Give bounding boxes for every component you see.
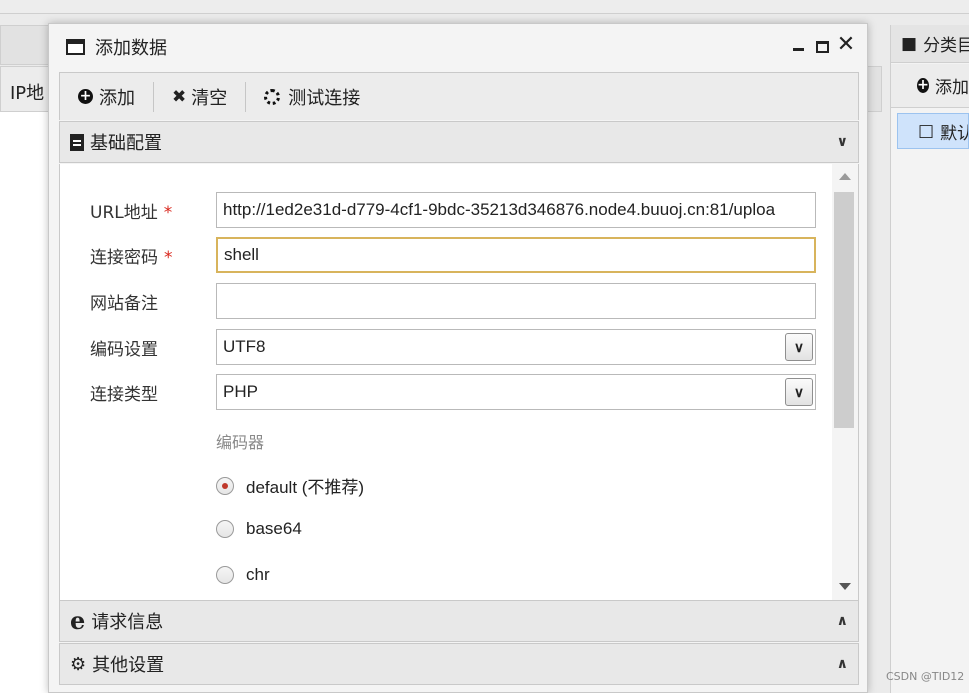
minimize-icon [792,48,804,51]
panel-basic-config[interactable]: 基础配置 ∨ [59,121,859,163]
url-label: URL地址 * [90,202,173,223]
category-panel-title: 分类目 [923,36,969,56]
encoder-option-default[interactable]: default (不推荐) [216,473,364,498]
folder-icon: ■ [901,33,918,54]
app-top-bar [0,0,969,14]
category-item-label: 默认 [940,123,968,144]
test-connection-button[interactable]: 测试连接 [246,73,378,121]
plus-circle-icon: + [78,88,93,104]
type-select[interactable]: PHP ∨ [216,374,816,410]
type-row: 连接类型 PHP ∨ [60,374,830,410]
radio-checked[interactable] [216,476,234,495]
plus-circle-icon: + [917,77,929,93]
panel-request-info[interactable]: e 请求信息 ∧ [59,600,859,642]
chevron-down-icon[interactable]: ∨ [785,333,813,361]
required-mark: * [164,247,173,268]
clear-button[interactable]: ✖ 清空 [154,73,245,121]
panel-request-info-title: 请求信息 [91,612,164,633]
minimize-button[interactable] [789,34,807,56]
category-panel-header: ■ 分类目 [891,25,969,63]
password-row: 连接密码 * shell [60,237,830,273]
encoder-option-label: chr [246,565,270,584]
browser-e-icon: e [70,606,86,635]
password-label: 连接密码 * [90,247,173,268]
basic-config-form: URL地址 * http://1ed2e31d-d779-4cf1-9bdc-35… [59,164,859,600]
watermark: CSDN @TID12 [886,670,965,683]
clear-button-label: 清空 [191,87,228,109]
encoding-row: 编码设置 UTF8 ∨ [60,329,830,365]
add-button[interactable]: + 添加 [60,73,153,121]
radio-unchecked[interactable] [216,520,234,538]
add-data-dialog: 添加数据 ✕ + 添加 ✖ 清空 测试连接 基础配置 ∨ URL地址 * htt… [48,23,868,693]
encoder-option-label: default (不推荐) [246,478,365,497]
chevron-up-icon: ∧ [836,656,848,672]
folder-open-icon: □ [918,121,935,141]
note-input[interactable] [216,283,816,319]
encoding-select[interactable]: UTF8 ∨ [216,329,816,365]
required-mark: * [163,202,173,223]
scroll-down-arrow-icon[interactable] [839,583,851,590]
add-button-label: 添加 [99,87,135,109]
maximize-button[interactable] [813,34,831,56]
scroll-thumb[interactable] [834,192,854,428]
type-label: 连接类型 [90,384,158,405]
encoder-section-label: 编码器 [216,433,265,452]
panel-basic-config-title: 基础配置 [90,133,162,154]
note-row: 网站备注 [60,283,830,319]
encoding-value: UTF8 [223,337,266,356]
encoder-option-base64[interactable]: base64 [216,519,302,539]
type-value: PHP [223,382,258,401]
x-icon: ✖ [172,86,187,107]
spinner-icon [264,88,281,105]
chevron-down-icon[interactable]: ∨ [785,378,813,406]
chevron-up-icon: ∧ [836,613,848,629]
close-icon: ✕ [836,32,856,57]
category-item-default[interactable]: □ 默认 [897,113,969,149]
form-scrollbar[interactable] [832,164,858,600]
dialog-toolbar: + 添加 ✖ 清空 测试连接 [59,72,859,120]
left-panel-edge [866,66,882,112]
password-input[interactable]: shell [216,237,816,273]
window-icon [66,39,85,55]
dialog-titlebar[interactable]: 添加数据 ✕ [49,24,867,70]
note-label: 网站备注 [90,293,158,314]
url-row: URL地址 * http://1ed2e31d-d779-4cf1-9bdc-35… [60,192,830,228]
radio-unchecked[interactable] [216,566,234,584]
category-add-button[interactable]: + 添加 [891,64,969,108]
url-input[interactable]: http://1ed2e31d-d779-4cf1-9bdc-35213d346… [216,192,816,228]
dialog-title: 添加数据 [95,38,167,59]
encoding-label: 编码设置 [90,339,158,360]
test-connection-label: 测试连接 [288,87,361,109]
gears-icon: ⚙ [70,653,87,675]
chevron-down-icon: ∨ [836,134,848,150]
maximize-icon [815,41,829,53]
encoder-option-chr[interactable]: chr [216,565,270,585]
panel-other-settings-title: 其他设置 [92,655,165,676]
scroll-up-arrow-icon[interactable] [839,173,851,180]
category-add-label: 添加 [935,78,969,98]
document-icon [70,133,84,151]
encoder-option-label: base64 [246,519,302,538]
close-button[interactable]: ✕ [837,34,855,56]
window-controls: ✕ [789,34,855,56]
ip-column-header[interactable]: IP地 [10,79,44,105]
panel-other-settings[interactable]: ⚙ 其他设置 ∧ [59,643,859,685]
